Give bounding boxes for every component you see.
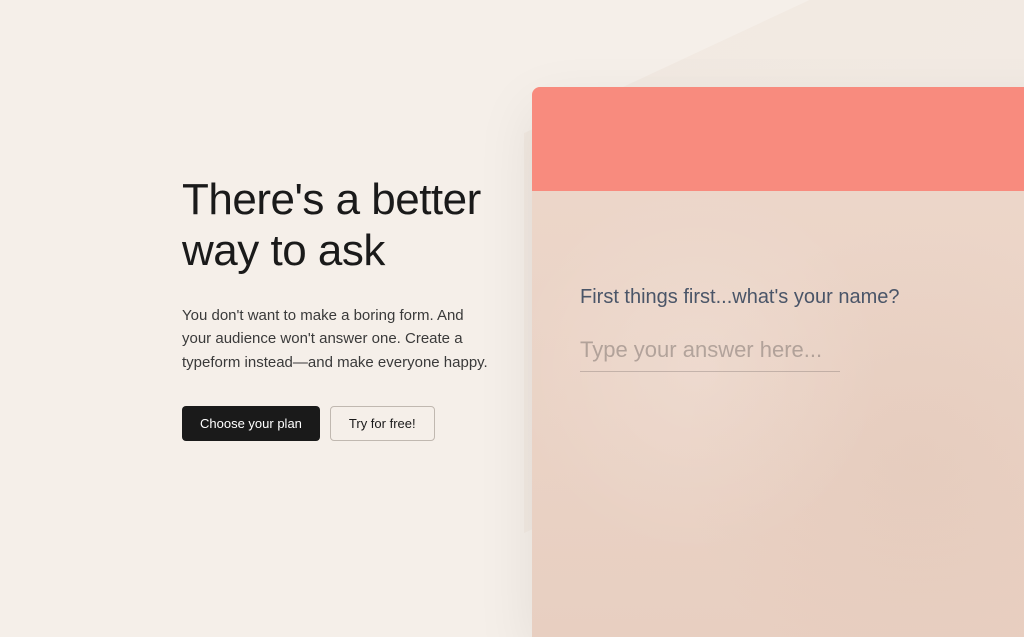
try-free-button[interactable]: Try for free! bbox=[330, 406, 435, 441]
hero-description: You don't want to make a boring form. An… bbox=[182, 304, 490, 374]
form-body: First things first...what's your name? bbox=[532, 191, 1024, 637]
form-preview-card: First things first...what's your name? bbox=[532, 87, 1024, 637]
main-container: There's a better way to ask You don't wa… bbox=[0, 0, 1024, 600]
choose-plan-button[interactable]: Choose your plan bbox=[182, 406, 320, 441]
form-answer-input[interactable] bbox=[580, 331, 840, 372]
hero-panel: There's a better way to ask You don't wa… bbox=[0, 0, 520, 600]
cta-button-row: Choose your plan Try for free! bbox=[182, 406, 490, 441]
hero-headline: There's a better way to ask bbox=[182, 175, 490, 276]
form-question-label: First things first...what's your name? bbox=[580, 286, 1024, 309]
form-header-bar bbox=[532, 87, 1024, 191]
